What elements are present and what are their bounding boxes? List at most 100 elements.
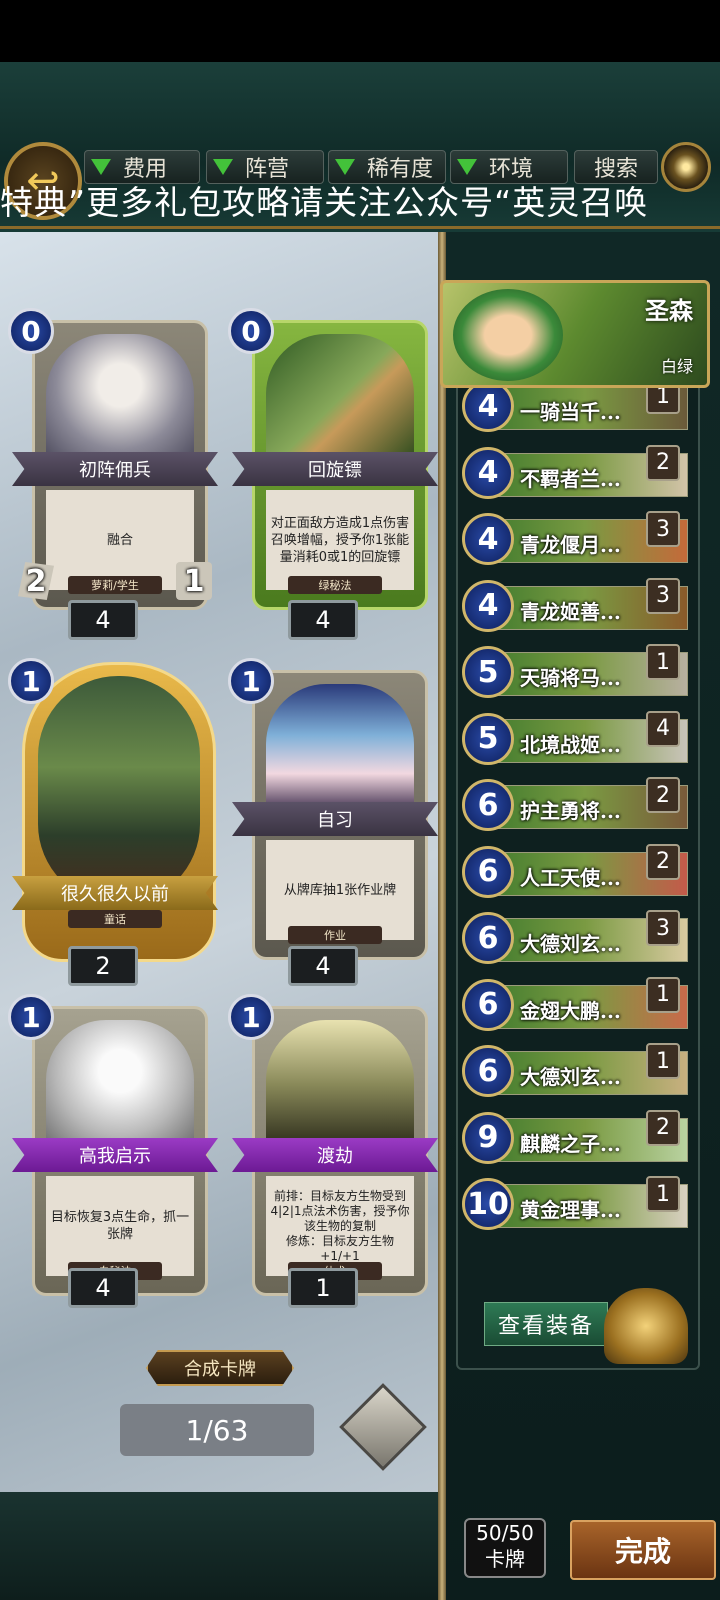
dropdown-triangle-icon xyxy=(91,159,111,175)
hero-art xyxy=(453,289,563,381)
card-name: 初阵佣兵 xyxy=(12,452,218,486)
deck-card-cost: 6 xyxy=(462,845,514,898)
dropdown-triangle-icon xyxy=(457,159,477,175)
card-art xyxy=(46,1020,194,1148)
card-name: 回旋镖 xyxy=(232,452,438,486)
deck-card-row[interactable]: 4 青龙姬善... 3 xyxy=(462,577,688,634)
card-cost: 1 xyxy=(228,994,274,1040)
card-text: 融合 xyxy=(46,490,194,590)
deck-card-row[interactable]: 6 大德刘玄... 3 xyxy=(462,910,688,966)
page-indicator: 1/63 xyxy=(120,1404,314,1456)
deck-card-name: 大德刘玄... xyxy=(520,932,621,956)
deck-card-name: 不羁者兰... xyxy=(520,466,621,491)
card-name: 自习 xyxy=(232,802,438,836)
hero-portrait[interactable]: 圣森 白绿 xyxy=(440,280,710,388)
deck-card-cost: 4 xyxy=(462,513,514,565)
deck-card-name: 天骑将马... xyxy=(520,666,621,690)
deck-card-name: 大德刘玄... xyxy=(520,1065,621,1089)
card-tag: 绿秘法 xyxy=(288,576,382,594)
deck-card-cost: 9 xyxy=(462,1111,514,1164)
card-count: 1 xyxy=(288,1268,358,1308)
deck-card-count: 2 xyxy=(646,1109,680,1146)
deck-card-name: 青龙偃月... xyxy=(520,533,621,557)
hero-faction: 白绿 xyxy=(660,357,693,376)
card-item[interactable]: 初阵佣兵 融合 萝莉/学生 0 2 1 xyxy=(8,308,218,618)
deck-count-label: 卡牌 xyxy=(485,1547,525,1571)
deck-card-row[interactable]: 4 不羁者兰... 2 xyxy=(462,444,688,501)
card-art xyxy=(266,684,414,812)
card-cost: 1 xyxy=(8,658,54,704)
deck-card-cost: 6 xyxy=(462,1045,514,1097)
view-equipment-button[interactable]: 查看装备 xyxy=(484,1302,608,1346)
deck-card-count: 1 xyxy=(646,1043,680,1079)
synthesize-card-button[interactable]: 合成卡牌 xyxy=(146,1350,294,1386)
deck-card-row[interactable]: 6 人工天使... 2 xyxy=(462,843,688,900)
card-cost: 0 xyxy=(228,308,274,354)
card-cost: 1 xyxy=(228,658,274,704)
deck-card-name: 麒麟之子... xyxy=(520,1131,621,1156)
deck-card-cost: 6 xyxy=(462,779,514,831)
card-tag: 童话 xyxy=(68,910,162,928)
panel-divider xyxy=(438,232,446,1600)
card-text: 目标恢复3点生命，抓一张牌 xyxy=(46,1176,194,1276)
card-text: 从牌库抽1张作业牌 xyxy=(266,840,414,940)
card-cost: 1 xyxy=(8,994,54,1040)
deck-card-row[interactable]: 6 大德刘玄... 1 xyxy=(462,1043,688,1099)
deck-card-name: 人工天使... xyxy=(520,865,621,890)
card-cost: 0 xyxy=(8,308,54,354)
header-divider xyxy=(0,226,720,229)
deck-card-row[interactable]: 9 麒麟之子... 2 xyxy=(462,1109,688,1166)
deck-count-value: 50/50 xyxy=(476,1521,534,1545)
deck-card-cost: 5 xyxy=(462,646,514,698)
done-button[interactable]: 完成 xyxy=(570,1520,716,1580)
deck-card-count: 1 xyxy=(646,976,680,1013)
bottom-bar xyxy=(0,1492,440,1600)
card-item[interactable]: 很久很久以前 童话 1 xyxy=(8,658,218,968)
deck-count: 50/50 卡牌 xyxy=(464,1518,546,1578)
deck-card-count: 2 xyxy=(646,777,680,813)
card-art xyxy=(38,676,200,904)
card-tag: 作业 xyxy=(288,926,382,944)
helmet-icon xyxy=(604,1288,688,1364)
card-art xyxy=(46,334,194,462)
card-count: 4 xyxy=(288,600,358,640)
card-count: 4 xyxy=(68,1268,138,1308)
deck-card-count: 4 xyxy=(646,710,680,747)
deck-card-count: 3 xyxy=(646,577,680,614)
deck-card-count: 2 xyxy=(646,843,680,880)
hero-name: 圣森 xyxy=(645,296,693,325)
deck-card-cost: 6 xyxy=(462,912,514,964)
deck-card-count: 3 xyxy=(646,910,680,946)
deck-card-row[interactable]: 5 北境战姬... 4 xyxy=(462,710,688,767)
deck-card-count: 2 xyxy=(646,444,680,481)
card-health: 1 xyxy=(176,562,212,600)
deck-card-cost: 4 xyxy=(462,579,514,632)
card-text: 前排：目标友方生物受到4|2|1点法术伤害，授予你该生物的复制 修炼：目标友方生… xyxy=(266,1176,414,1276)
card-item[interactable]: 自习 从牌库抽1张作业牌 作业 1 xyxy=(228,658,438,968)
dropdown-triangle-icon xyxy=(213,159,233,175)
deck-card-count: 1 xyxy=(646,644,680,680)
deck-card-name: 护主勇将... xyxy=(520,799,621,823)
announcement-marquee: 特典”更多礼包攻略请关注公众号“英灵召唤 xyxy=(0,183,649,222)
deck-card-count: 3 xyxy=(646,511,680,547)
card-count: 4 xyxy=(68,600,138,640)
deck-card-row[interactable]: 6 护主勇将... 2 xyxy=(462,777,688,833)
card-item[interactable]: 回旋镖 对正面敌方造成1点伤害 召唤增幅，授予你1张能量消耗0或1的回旋镖 绿秘… xyxy=(228,308,438,618)
deck-card-name: 青龙姬善... xyxy=(520,599,621,624)
deck-card-count: 1 xyxy=(646,1176,680,1212)
card-count: 2 xyxy=(68,946,138,986)
deck-card-row[interactable]: 4 青龙偃月... 3 xyxy=(462,511,688,567)
card-text: 对正面敌方造成1点伤害 召唤增幅，授予你1张能量消耗0或1的回旋镖 xyxy=(266,490,414,590)
deck-card-cost: 5 xyxy=(462,712,514,765)
card-name: 渡劫 xyxy=(232,1138,438,1172)
deck-card-row[interactable]: 10 黄金理事... 1 xyxy=(462,1176,688,1232)
card-item[interactable]: 渡劫 前排：目标友方生物受到4|2|1点法术伤害，授予你该生物的复制 修炼：目标… xyxy=(228,994,438,1304)
card-item[interactable]: 高我启示 目标恢复3点生命，抓一张牌 白秘法 1 xyxy=(8,994,218,1304)
deck-card-row[interactable]: 5 天骑将马... 1 xyxy=(462,644,688,700)
dropdown-triangle-icon xyxy=(335,159,355,175)
deck-card-name: 一骑当千... xyxy=(520,400,621,424)
deck-card-row[interactable]: 6 金翅大鹏... 1 xyxy=(462,976,688,1033)
card-art xyxy=(266,1020,414,1148)
deck-card-cost: 4 xyxy=(462,446,514,499)
deck-card-cost: 10 xyxy=(462,1178,514,1230)
